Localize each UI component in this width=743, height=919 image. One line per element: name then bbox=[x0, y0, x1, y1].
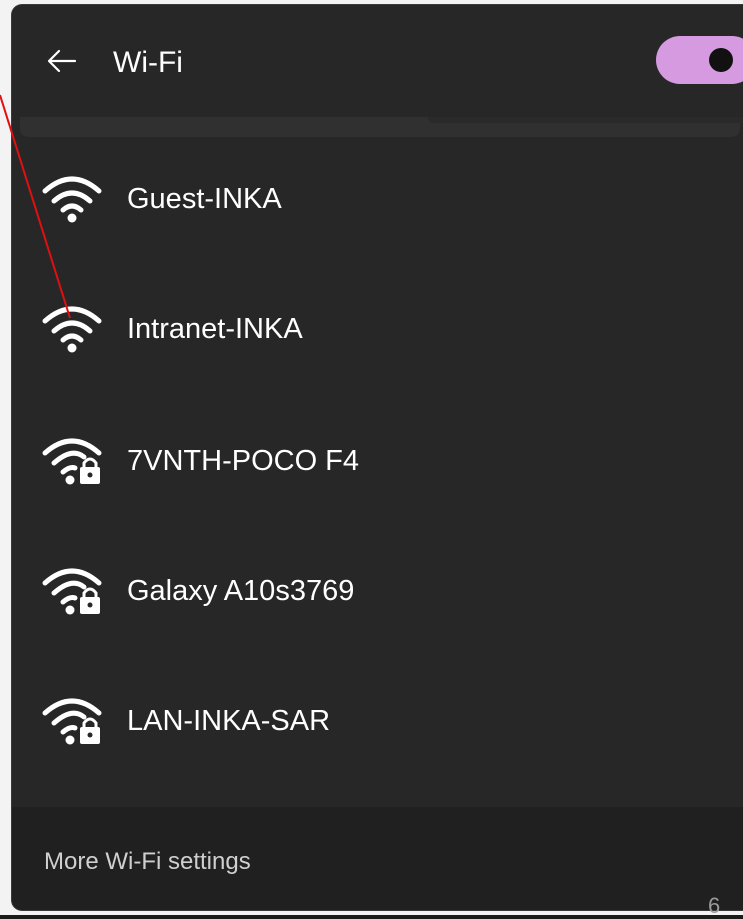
toggle-knob bbox=[709, 48, 733, 72]
network-item-lan-inka-sar[interactable]: LAN-INKA-SAR bbox=[12, 659, 743, 779]
wifi-signal-icon bbox=[42, 176, 102, 223]
wifi-secured-icon bbox=[42, 568, 102, 615]
wifi-header: Wi-Fi bbox=[12, 5, 743, 117]
wifi-signal-icon bbox=[42, 306, 102, 353]
wifi-flyout-panel: Wi-Fi Guest-INKA Intranet-INKA 7VNTH-POC… bbox=[12, 5, 743, 910]
arrow-left-icon bbox=[47, 49, 77, 73]
network-name: Galaxy A10s3769 bbox=[127, 575, 355, 607]
back-button[interactable] bbox=[40, 39, 84, 83]
network-item-7vnth-poco-f4[interactable]: 7VNTH-POCO F4 bbox=[12, 399, 743, 519]
network-name: Intranet-INKA bbox=[127, 313, 303, 345]
network-item-guest-inka[interactable]: Guest-INKA bbox=[12, 137, 743, 257]
network-item-intranet-inka[interactable]: Intranet-INKA bbox=[12, 267, 743, 387]
wifi-secured-icon bbox=[42, 698, 102, 745]
network-name: 7VNTH-POCO F4 bbox=[127, 445, 360, 477]
page-title: Wi-Fi bbox=[113, 46, 183, 79]
wifi-toggle[interactable] bbox=[656, 36, 743, 84]
page-number: 6 bbox=[708, 893, 721, 918]
network-name: LAN-INKA-SAR bbox=[127, 705, 331, 737]
more-wifi-settings-link[interactable]: More Wi-Fi settings bbox=[44, 846, 251, 878]
wifi-secured-icon bbox=[42, 438, 102, 485]
network-item-galaxy-a10s3769[interactable]: Galaxy A10s3769 bbox=[12, 529, 743, 649]
header-divider bbox=[20, 117, 743, 137]
flyout-footer: More Wi-Fi settings bbox=[12, 807, 743, 910]
network-name: Guest-INKA bbox=[127, 183, 282, 215]
